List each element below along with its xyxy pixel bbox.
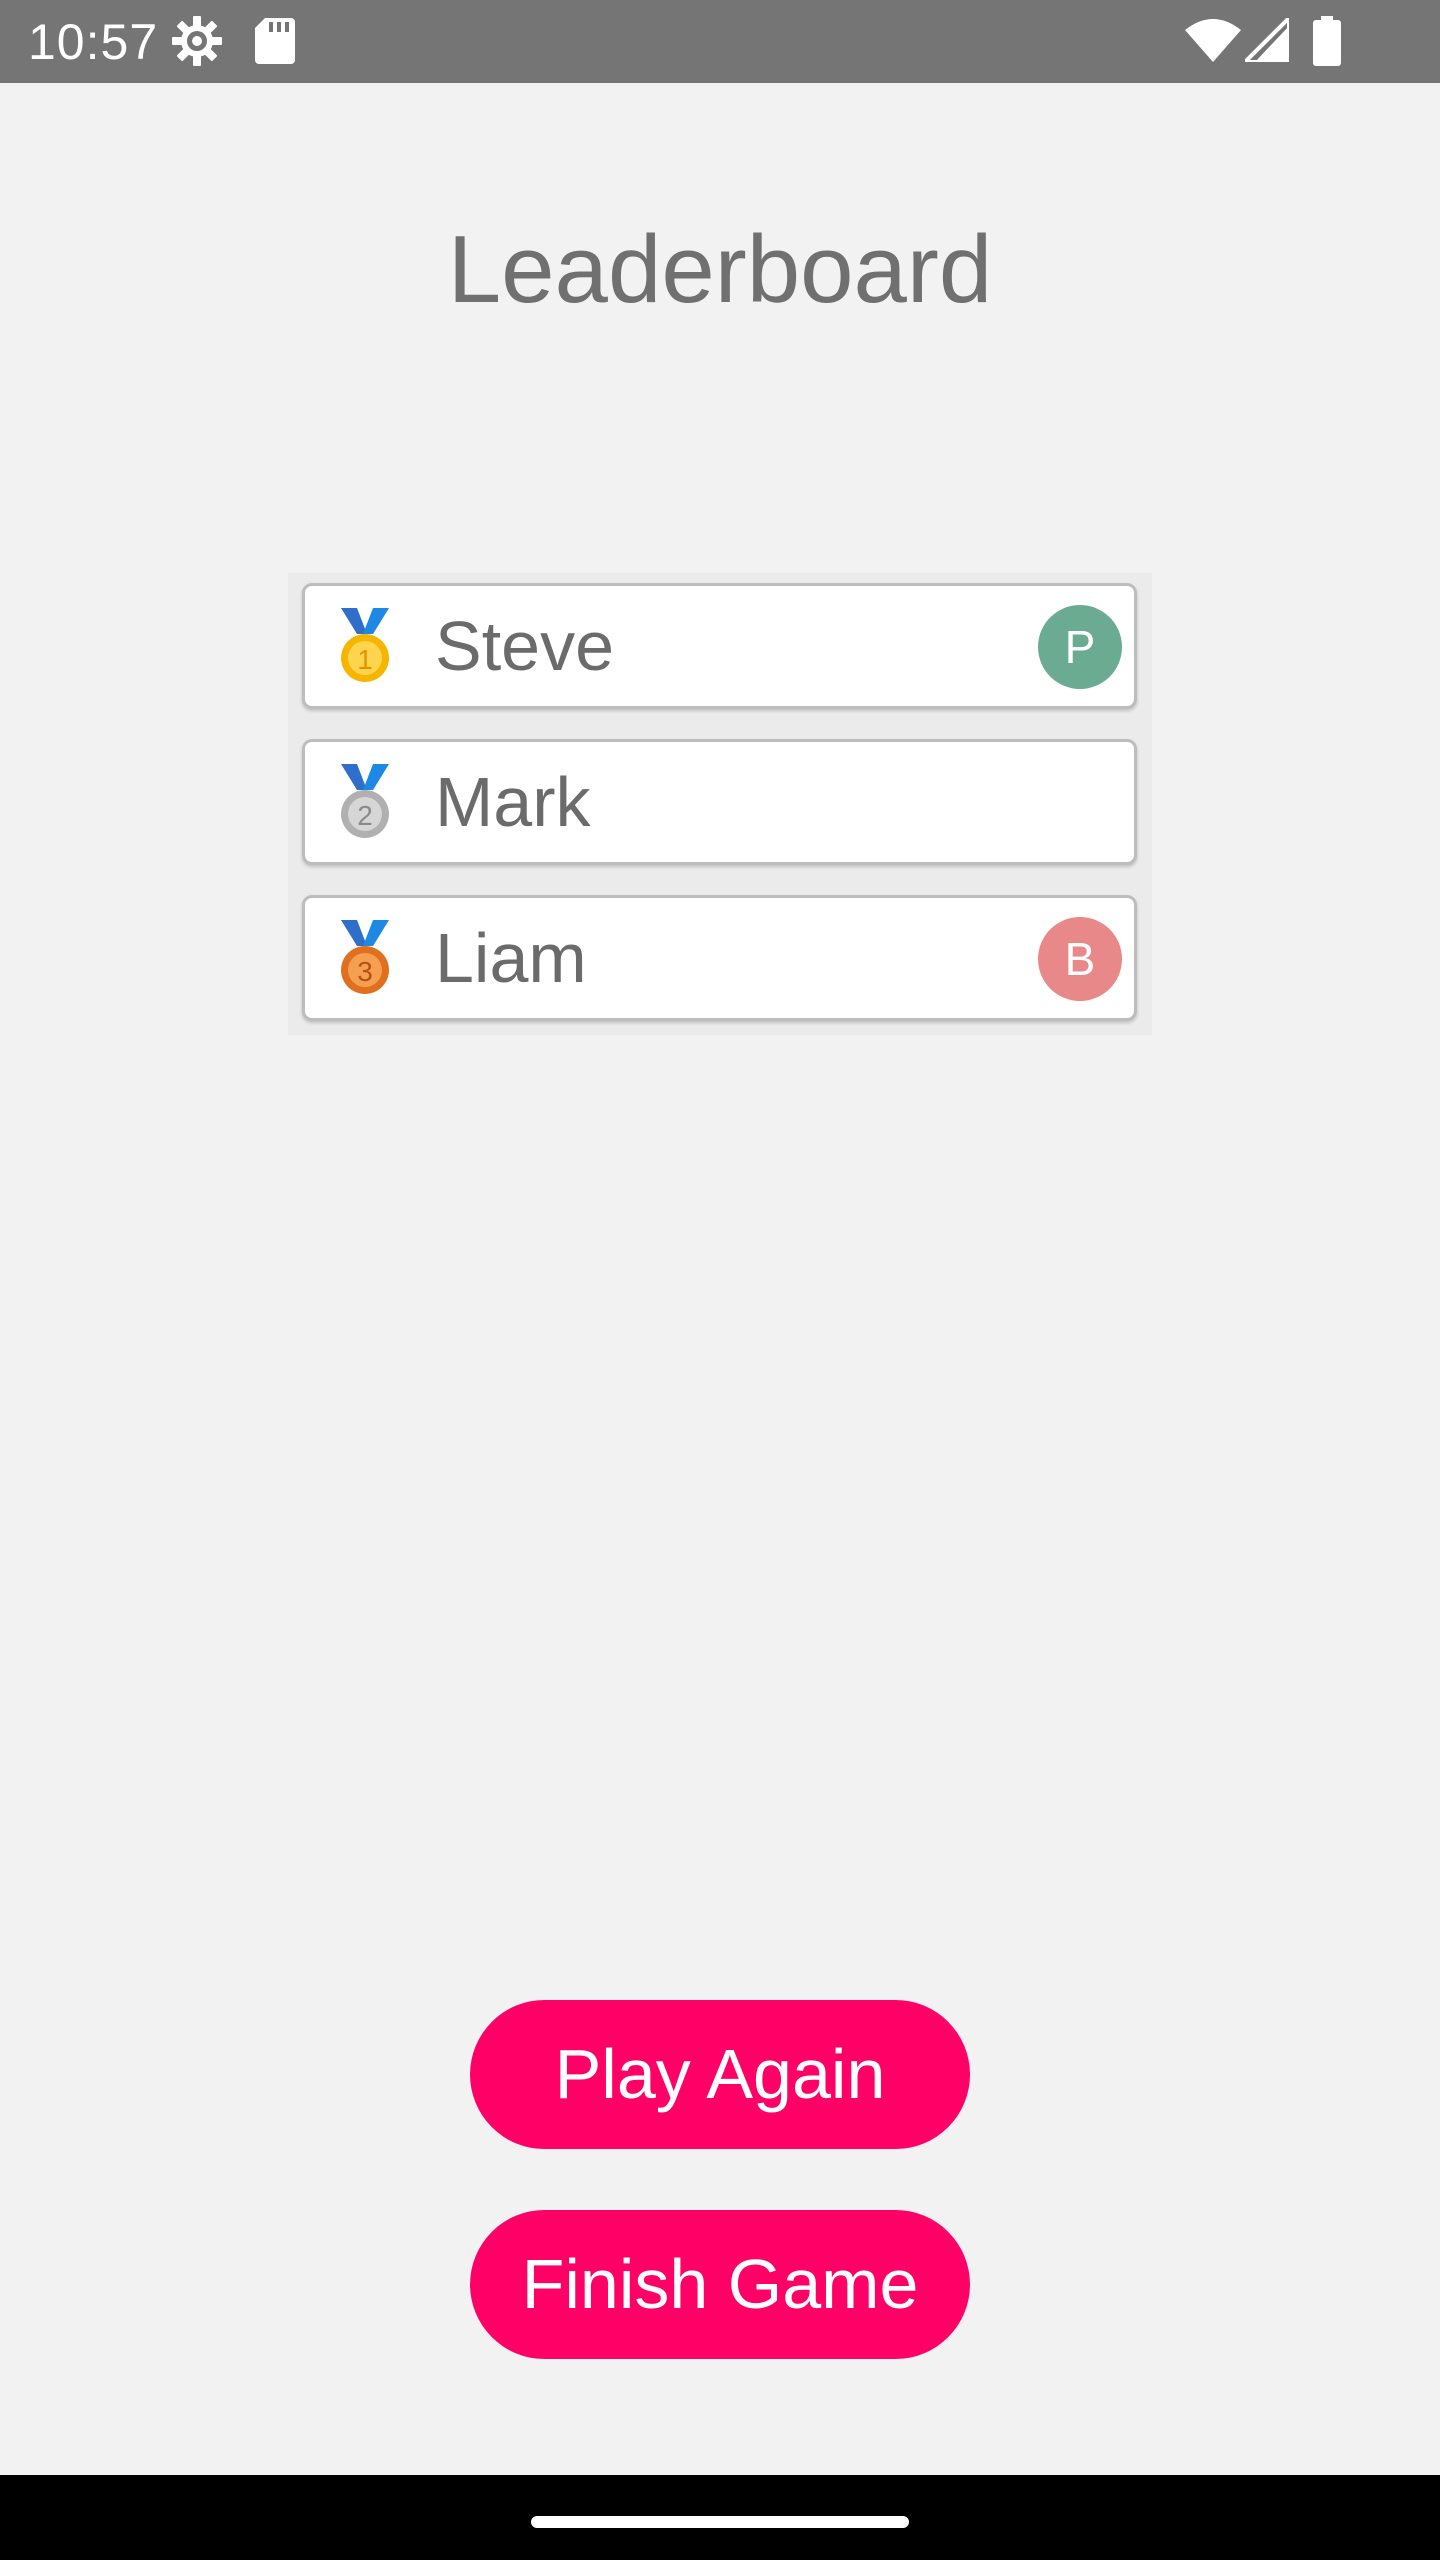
status-time: 10:57 [28, 14, 159, 70]
bronze-medal-icon: 3 [335, 920, 395, 1000]
player-name: Steve [435, 607, 614, 685]
player-badge: B [1038, 917, 1122, 1001]
settings-gear-icon [170, 14, 224, 73]
leaderboard-row: 1 Steve P [302, 583, 1137, 709]
status-bar: 10:57 [0, 0, 1440, 83]
cell-signal-icon [1240, 13, 1291, 67]
battery-icon [1313, 16, 1341, 71]
svg-text:3: 3 [357, 956, 373, 987]
wifi-icon [1185, 18, 1241, 67]
sd-card-icon [255, 18, 295, 69]
page-title: Leaderboard [447, 216, 993, 323]
navigation-bar [0, 2475, 1440, 2560]
player-badge: P [1038, 605, 1122, 689]
silver-medal-icon: 2 [335, 764, 395, 844]
svg-text:2: 2 [357, 800, 373, 831]
leaderboard-row: 3 Liam B [302, 895, 1137, 1021]
leaderboard-row: 2 Mark [302, 739, 1137, 865]
finish-game-button[interactable]: Finish Game [470, 2210, 970, 2359]
player-name: Liam [435, 919, 587, 997]
home-gesture-handle[interactable] [531, 2516, 909, 2528]
gold-medal-icon: 1 [335, 608, 395, 688]
play-again-button[interactable]: Play Again [470, 2000, 970, 2149]
svg-text:1: 1 [357, 644, 373, 675]
player-name: Mark [435, 763, 591, 841]
